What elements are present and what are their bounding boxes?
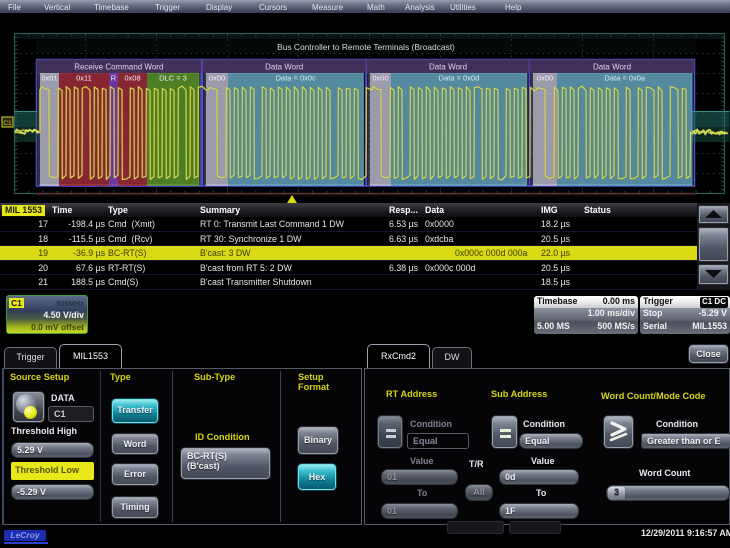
svg-text:Bus Controller to Remote Termi: Bus Controller to Remote Terminals (Broa… (277, 42, 455, 52)
svg-text:0x00: 0x00 (209, 74, 225, 83)
svg-text:DLC = 3: DLC = 3 (159, 74, 187, 83)
svg-text:0x08: 0x08 (124, 74, 140, 83)
svg-text:Data Word: Data Word (265, 63, 303, 72)
svg-text:Data Word: Data Word (429, 63, 467, 72)
svg-text:Data = 0x0a: Data = 0x0a (604, 74, 645, 83)
svg-text:0x11: 0x11 (76, 74, 92, 83)
svg-text:0x01: 0x01 (41, 74, 57, 83)
svg-text:0x00: 0x00 (372, 74, 388, 83)
svg-text:0x00: 0x00 (537, 74, 553, 83)
svg-text:C1: C1 (3, 120, 12, 127)
svg-text:R: R (111, 74, 117, 83)
svg-text:Data = 0x0c: Data = 0x0c (276, 74, 316, 83)
svg-text:Data = 0x0d: Data = 0x0d (439, 74, 480, 83)
svg-text:Data Word: Data Word (593, 63, 631, 72)
svg-text:Receive Command Word: Receive Command Word (74, 63, 163, 72)
